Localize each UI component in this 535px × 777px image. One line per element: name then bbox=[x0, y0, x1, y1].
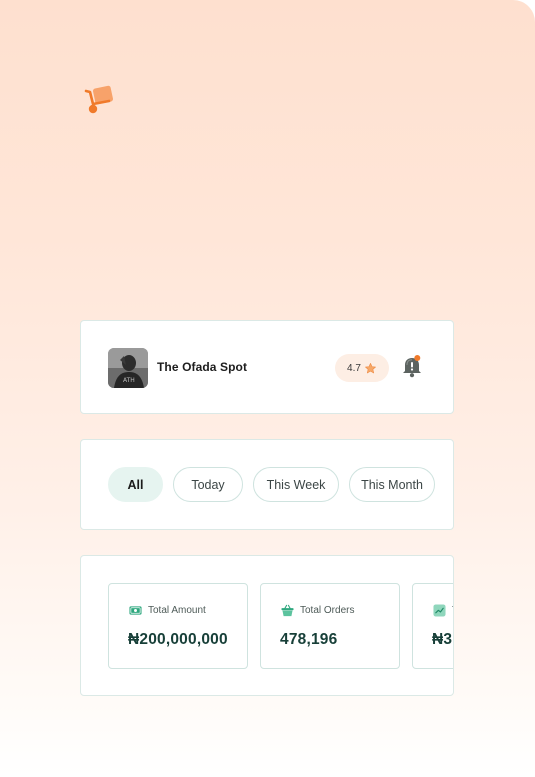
star-icon bbox=[365, 362, 376, 373]
avatar-image: ATH bbox=[108, 348, 148, 388]
filter-chip-this-week[interactable]: This Week bbox=[253, 467, 339, 502]
filter-chip-today[interactable]: Today bbox=[173, 467, 243, 502]
notification-dot bbox=[414, 355, 421, 361]
stat-label: Total Orders bbox=[300, 605, 355, 616]
app-screen: ATH The Ofada Spot 4.7 All Today This We… bbox=[0, 0, 535, 777]
filter-chip-this-month[interactable]: This Month bbox=[349, 467, 435, 502]
basket-icon bbox=[281, 604, 294, 617]
stat-value: 478,196 bbox=[280, 631, 338, 648]
store-avatar[interactable]: ATH bbox=[108, 348, 148, 388]
stat-card-third[interactable]: T ₦3 bbox=[412, 583, 453, 669]
delivery-trolley-logo-icon bbox=[84, 85, 114, 114]
stat-card-total-orders[interactable]: Total Orders 478,196 bbox=[260, 583, 400, 669]
stats-card: Total Amount ₦200,000,000 Total Orders 4… bbox=[80, 555, 454, 696]
trend-chart-icon bbox=[433, 604, 446, 617]
money-icon bbox=[129, 606, 142, 615]
filter-card: All Today This Week This Month bbox=[80, 439, 454, 530]
svg-text:ATH: ATH bbox=[123, 377, 135, 384]
rating-badge: 4.7 bbox=[335, 354, 389, 382]
filter-chip-all[interactable]: All bbox=[108, 467, 163, 502]
stat-value: ₦200,000,000 bbox=[128, 631, 228, 648]
stat-label: T bbox=[452, 605, 453, 616]
stat-card-total-amount[interactable]: Total Amount ₦200,000,000 bbox=[108, 583, 248, 669]
store-name: The Ofada Spot bbox=[157, 360, 248, 374]
stat-label: Total Amount bbox=[148, 605, 206, 616]
stat-value: ₦3 bbox=[432, 631, 453, 648]
notification-bell-icon[interactable] bbox=[401, 354, 423, 378]
store-card: ATH The Ofada Spot 4.7 bbox=[80, 320, 454, 414]
rating-value: 4.7 bbox=[347, 362, 361, 374]
